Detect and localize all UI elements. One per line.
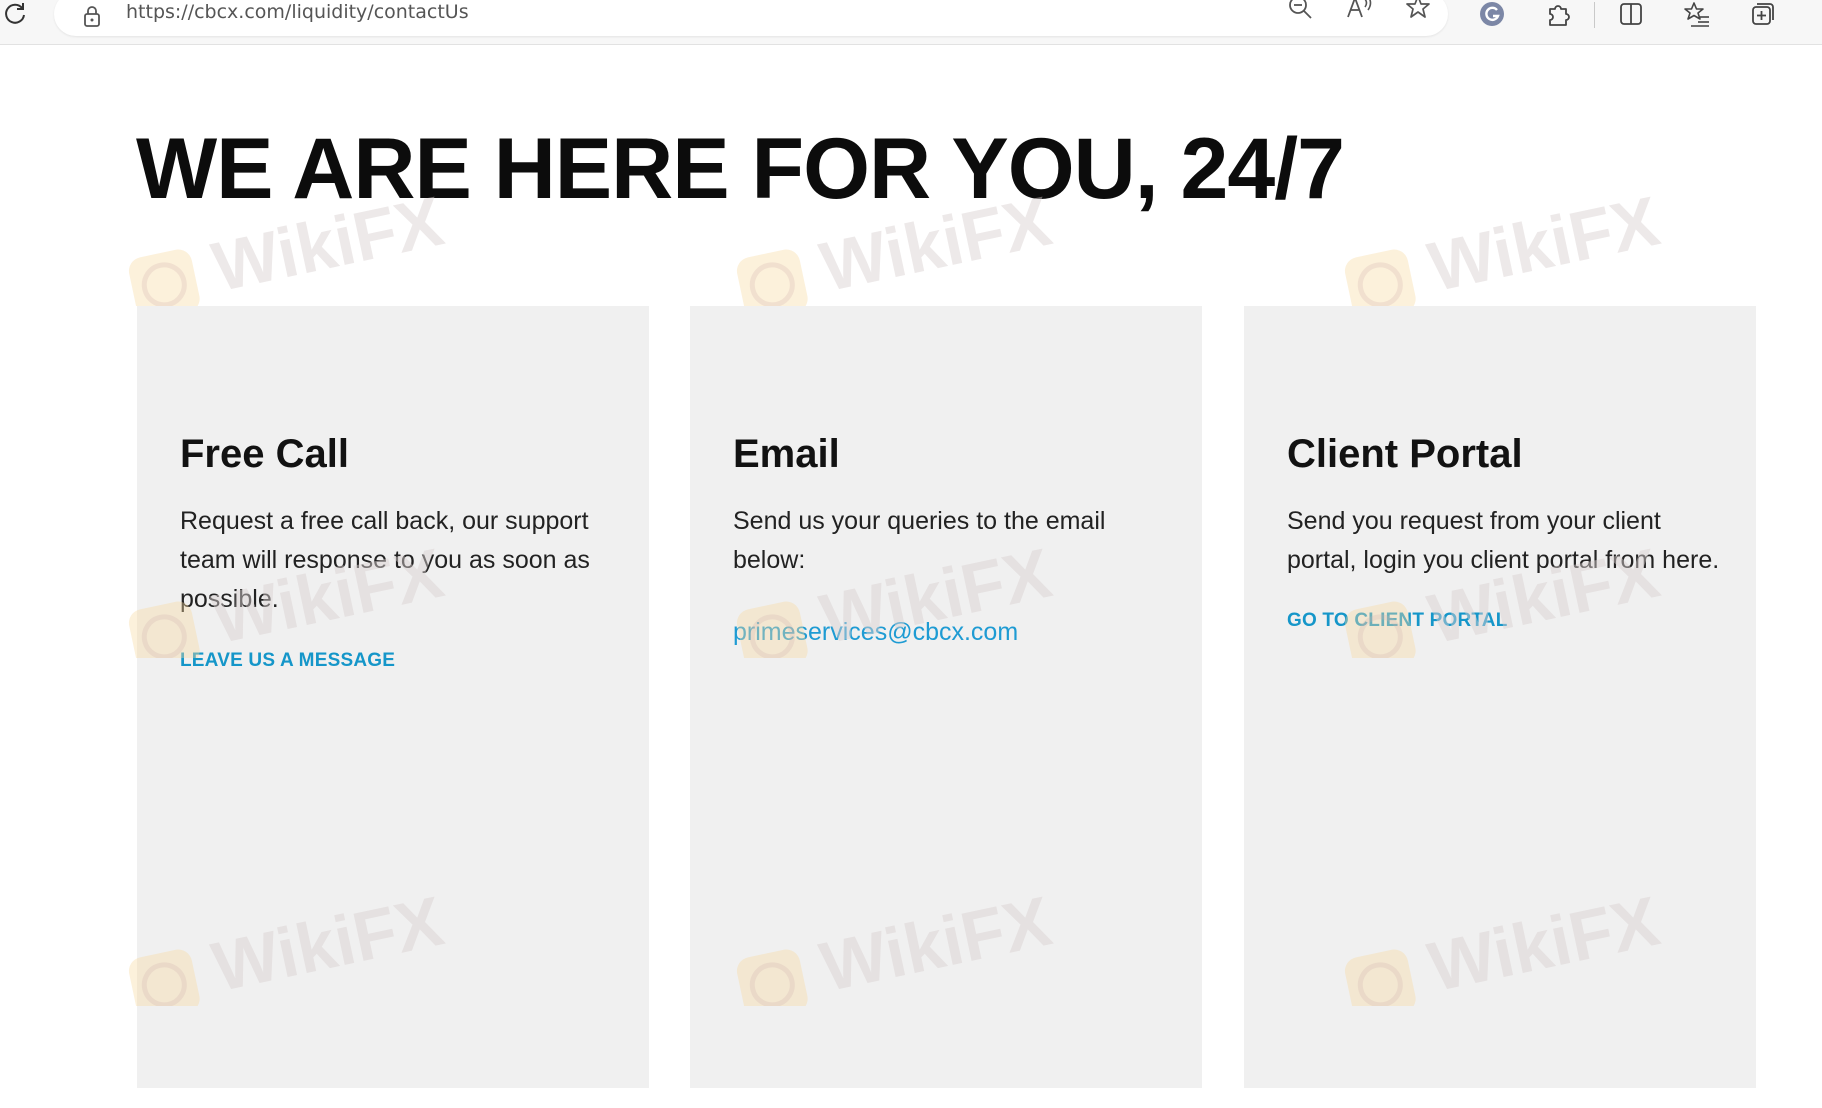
- svg-text:WikiFX: WikiFX: [1422, 196, 1666, 306]
- lock-icon[interactable]: [82, 4, 102, 28]
- card-title: Email: [733, 432, 840, 476]
- address-bar[interactable]: https://cbcx.com/liquidity/contactUs: [54, 0, 1448, 36]
- puzzle-icon[interactable]: [1545, 0, 1573, 28]
- collections-icon[interactable]: [1749, 0, 1777, 28]
- card-description: Send us your queries to the email below:: [733, 507, 1106, 574]
- reload-icon[interactable]: [2, 1, 28, 27]
- card-description: Send you request from your client portal…: [1287, 507, 1720, 574]
- client-portal-card: Client Portal Send you request from your…: [1244, 306, 1756, 1088]
- star-icon[interactable]: [1404, 0, 1432, 21]
- zoom-out-icon[interactable]: [1286, 0, 1314, 21]
- client-portal-link[interactable]: GO TO CLIENT PORTAL: [1287, 610, 1508, 632]
- page-title: WE ARE HERE FOR YOU, 24/7: [136, 121, 1345, 217]
- toolbar-divider: [1594, 2, 1595, 28]
- card-title: Client Portal: [1287, 432, 1523, 476]
- email-card: Email Send us your queries to the email …: [690, 306, 1202, 1088]
- card-title: Free Call: [180, 432, 349, 476]
- favorites-list-icon[interactable]: [1683, 0, 1711, 28]
- wikifx-watermark: WikiFX: [1336, 182, 1676, 321]
- profile-icon[interactable]: [1478, 0, 1506, 28]
- split-screen-icon[interactable]: [1617, 0, 1645, 28]
- email-link[interactable]: primeservices@cbcx.com: [733, 618, 1018, 647]
- card-description: Request a free call back, our support te…: [180, 507, 590, 613]
- read-aloud-icon[interactable]: [1345, 0, 1373, 21]
- browser-toolbar: https://cbcx.com/liquidity/contactUs: [0, 0, 1822, 45]
- url-text[interactable]: https://cbcx.com/liquidity/contactUs: [126, 1, 469, 23]
- leave-message-link[interactable]: LEAVE US A MESSAGE: [180, 650, 395, 672]
- free-call-card: Free Call Request a free call back, our …: [137, 306, 649, 1088]
